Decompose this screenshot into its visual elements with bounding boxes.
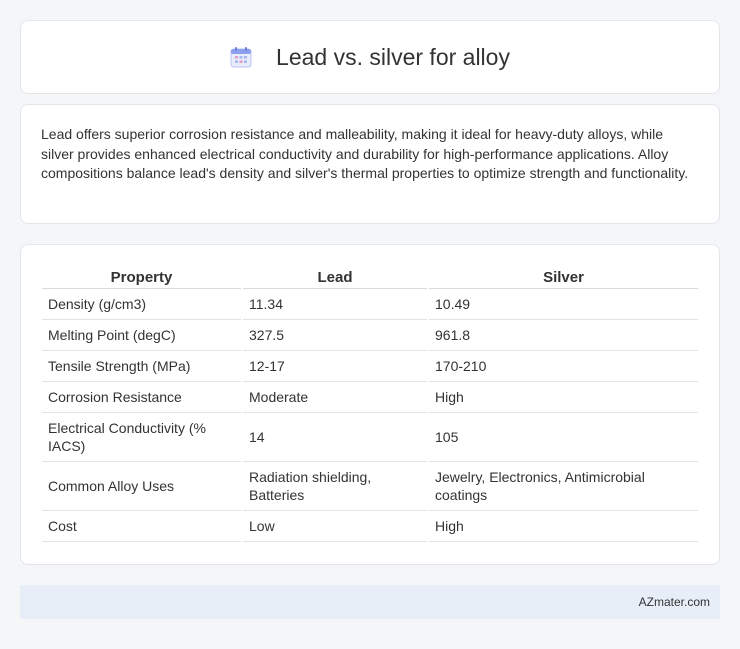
cell-property: Electrical Conductivity (% IACS) bbox=[42, 412, 242, 462]
description-card: Lead offers superior corrosion resistanc… bbox=[20, 104, 720, 224]
cell-silver: High bbox=[427, 381, 698, 413]
cell-lead: 327.5 bbox=[241, 319, 428, 351]
table-row: Tensile Strength (MPa) 12-17 170-210 bbox=[42, 350, 698, 382]
cell-lead: 11.34 bbox=[241, 288, 428, 320]
cell-lead: 12-17 bbox=[241, 350, 428, 382]
page-title: Lead vs. silver for alloy bbox=[276, 43, 510, 70]
description-text: Lead offers superior corrosion resistanc… bbox=[41, 126, 689, 181]
column-header-silver: Silver bbox=[427, 265, 698, 289]
table-row: Corrosion Resistance Moderate High bbox=[42, 381, 698, 413]
table-header-row: Property Lead Silver bbox=[42, 265, 698, 289]
table-row: Cost Low High bbox=[42, 510, 698, 542]
table-row: Density (g/cm3) 11.34 10.49 bbox=[42, 288, 698, 320]
column-header-property: Property bbox=[42, 265, 242, 289]
cell-silver: 170-210 bbox=[427, 350, 698, 382]
comparison-table: Property Lead Silver Density (g/cm3) 11.… bbox=[42, 265, 698, 542]
cell-property: Corrosion Resistance bbox=[42, 381, 242, 413]
comparison-table-card: Property Lead Silver Density (g/cm3) 11.… bbox=[20, 244, 720, 565]
cell-silver: High bbox=[427, 510, 698, 542]
calendar-icon bbox=[230, 46, 252, 68]
cell-silver: 961.8 bbox=[427, 319, 698, 351]
table-row: Electrical Conductivity (% IACS) 14 105 bbox=[42, 412, 698, 462]
cell-lead: Radiation shielding, Batteries bbox=[241, 461, 428, 511]
cell-lead: Moderate bbox=[241, 381, 428, 413]
cell-property: Melting Point (degC) bbox=[42, 319, 242, 351]
table-row: Melting Point (degC) 327.5 961.8 bbox=[42, 319, 698, 351]
cell-property: Tensile Strength (MPa) bbox=[42, 350, 242, 382]
table-row: Common Alloy Uses Radiation shielding, B… bbox=[42, 461, 698, 511]
cell-lead: 14 bbox=[241, 412, 428, 462]
column-header-lead: Lead bbox=[241, 265, 428, 289]
title-card: Lead vs. silver for alloy bbox=[20, 20, 720, 94]
footer-bar: AZmater.com bbox=[20, 585, 720, 619]
cell-lead: Low bbox=[241, 510, 428, 542]
cell-silver: 10.49 bbox=[427, 288, 698, 320]
cell-silver: 105 bbox=[427, 412, 698, 462]
cell-property: Cost bbox=[42, 510, 242, 542]
cell-silver: Jewelry, Electronics, Antimicrobial coat… bbox=[427, 461, 698, 511]
footer-brand: AZmater.com bbox=[638, 595, 710, 609]
cell-property: Common Alloy Uses bbox=[42, 461, 242, 511]
cell-property: Density (g/cm3) bbox=[42, 288, 242, 320]
